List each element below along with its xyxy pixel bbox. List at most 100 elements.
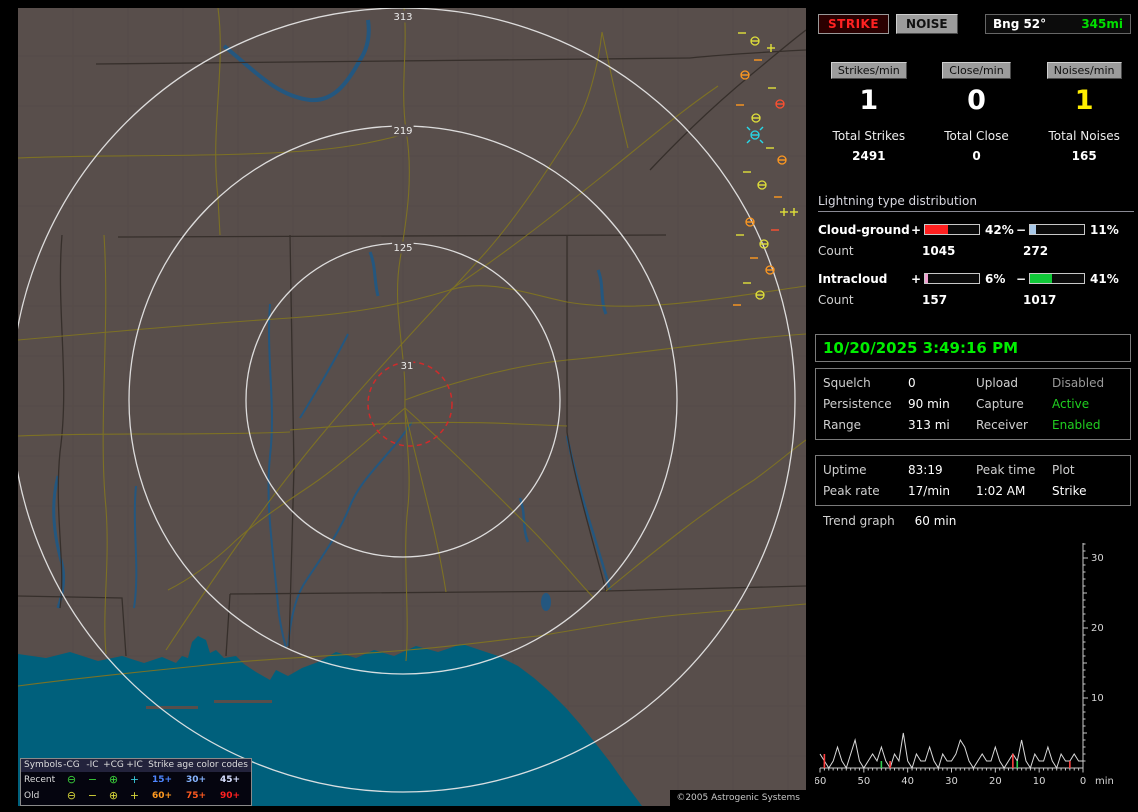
ic-positive-fill [925, 274, 928, 283]
cloud-ground-row: Cloud-ground + 42% − 11% [818, 222, 1134, 237]
peak-time-value: 1:02 AM [976, 484, 1052, 498]
barrier-island [146, 706, 198, 709]
map-legend: Symbols -CG -IC +CG +IC Strike age color… [20, 758, 252, 806]
strike-type-icon: + [124, 773, 145, 787]
ic-negative-pct: 41% [1087, 272, 1120, 286]
persistence-label: Persistence [823, 397, 908, 411]
lightning-map[interactable]: 31321912531 [18, 8, 806, 806]
age-code: 30+ [179, 775, 213, 785]
datetime-display: 10/20/2025 3:49:16 PM [815, 334, 1131, 362]
svg-text:20: 20 [1091, 623, 1104, 634]
settings-box: Squelch 0 Upload Disabled Persistence 90… [815, 368, 1131, 440]
range-label: Range [823, 418, 908, 432]
legend-col-neg-cg: -CG [61, 759, 82, 772]
strike-type-icon: ⊕ [103, 789, 124, 803]
total-noises-label: Total Noises [1030, 129, 1138, 143]
bearing-range: 345mi [1081, 17, 1123, 31]
strikes-column: Strikes/min 1 Total Strikes 2491 [815, 62, 923, 163]
legend-age-title: Strike age color codes [145, 759, 251, 772]
strike-type-icon: + [124, 789, 145, 803]
ic-positive-pct: 6% [982, 272, 1015, 286]
peak-rate-label: Peak rate [823, 484, 908, 498]
cg-negative-bar [1029, 224, 1085, 235]
count-label: Count [818, 244, 922, 259]
barrier-island [214, 700, 272, 703]
age-code: 45+ [213, 775, 247, 785]
strike-type-icon: − [82, 773, 103, 787]
legend-row-label: Old [21, 791, 61, 801]
cg-positive-bar [924, 224, 980, 235]
upload-label: Upload [976, 376, 1052, 390]
legend-header: Symbols -CG -IC +CG +IC Strike age color… [21, 759, 251, 772]
map-view[interactable]: 31321912531 Symbols -CG -IC +CG +IC Stri… [18, 8, 806, 806]
plus-sign: + [910, 223, 922, 237]
total-close-value: 0 [923, 149, 1031, 163]
svg-text:50: 50 [857, 776, 870, 787]
close-per-min-value: 0 [923, 86, 1031, 116]
lightning-distribution: Lightning type distribution Cloud-ground… [818, 194, 1134, 320]
uptime-label: Uptime [823, 463, 908, 477]
count-label: Count [818, 293, 922, 308]
bearing-readout: Bng 52° 345mi [985, 14, 1131, 34]
persistence-value: 90 min [908, 397, 976, 411]
minus-sign: − [1015, 223, 1027, 237]
ic-negative-bar [1029, 273, 1085, 284]
ic-negative-fill [1030, 274, 1052, 283]
strike-type-icon: ⊖ [61, 773, 82, 787]
cg-negative-pct: 11% [1087, 223, 1120, 237]
ic-positive-count: 157 [922, 293, 1023, 308]
svg-text:30: 30 [1091, 553, 1104, 564]
intracloud-row: Intracloud + 6% − 41% [818, 271, 1134, 286]
mode-row: STRIKE NOISE Bng 52° 345mi [818, 14, 1131, 34]
strike-type-icon: ⊕ [103, 773, 124, 787]
age-code: 60+ [145, 791, 179, 801]
plot-value: Strike [1052, 484, 1123, 498]
control-panel: STRIKE NOISE Bng 52° 345mi Strikes/min 1… [815, 0, 1138, 812]
intracloud-counts: Count 157 1017 [818, 293, 1134, 308]
noise-button[interactable]: NOISE [896, 14, 958, 34]
age-code: 90+ [213, 791, 247, 801]
range-value: 313 mi [908, 418, 976, 432]
legend-row: Old⊖−⊕+60+75+90+ [21, 788, 251, 804]
total-strikes-value: 2491 [815, 149, 923, 163]
total-strikes-label: Total Strikes [815, 129, 923, 143]
legend-col-pos-ic: +IC [124, 759, 145, 772]
uptime-value: 83:19 [908, 463, 976, 477]
trend-graph-label: Trend graph [823, 514, 895, 528]
svg-text:40: 40 [901, 776, 914, 787]
capture-status: Active [1052, 397, 1123, 411]
svg-text:10: 10 [1033, 776, 1046, 787]
ic-negative-count: 1017 [1023, 293, 1056, 308]
cg-positive-fill [925, 225, 948, 234]
capture-label: Capture [976, 397, 1052, 411]
intracloud-label: Intracloud [818, 272, 910, 286]
close-column: Close/min 0 Total Close 0 [923, 62, 1031, 163]
lake [541, 593, 551, 611]
cloud-ground-counts: Count 1045 272 [818, 244, 1134, 259]
legend-row-label: Recent [21, 775, 61, 785]
cg-positive-count: 1045 [922, 244, 1023, 259]
trend-graph-value: 60 min [915, 514, 957, 528]
receiver-label: Receiver [976, 418, 1052, 432]
plus-sign: + [910, 272, 922, 286]
upload-status: Disabled [1052, 376, 1123, 390]
cg-negative-fill [1030, 225, 1036, 234]
legend-rows: Recent⊖−⊕+15+30+45+Old⊖−⊕+60+75+90+ [21, 772, 251, 804]
total-noises-value: 165 [1030, 149, 1138, 163]
strike-button[interactable]: STRIKE [818, 14, 889, 34]
svg-text:min: min [1095, 776, 1114, 787]
legend-col-pos-cg: +CG [103, 759, 124, 772]
trend-graph: 1020306050403020100min [815, 533, 1131, 809]
legend-symbols-title: Symbols [21, 759, 61, 772]
legend-col-neg-ic: -IC [82, 759, 103, 772]
squelch-label: Squelch [823, 376, 908, 390]
range-ring-label: 313 [393, 12, 412, 23]
svg-text:30: 30 [945, 776, 958, 787]
trend-graph-row: Trend graph 60 min [823, 514, 956, 528]
copyright-notice: ©2005 Astrogenic Systems [670, 790, 806, 806]
status-box: Uptime 83:19 Peak time Plot Peak rate 17… [815, 455, 1131, 506]
range-ring-label: 219 [393, 126, 412, 137]
cg-negative-count: 272 [1023, 244, 1048, 259]
cloud-ground-label: Cloud-ground [818, 223, 910, 237]
bearing-label: Bng 52° [993, 17, 1046, 31]
